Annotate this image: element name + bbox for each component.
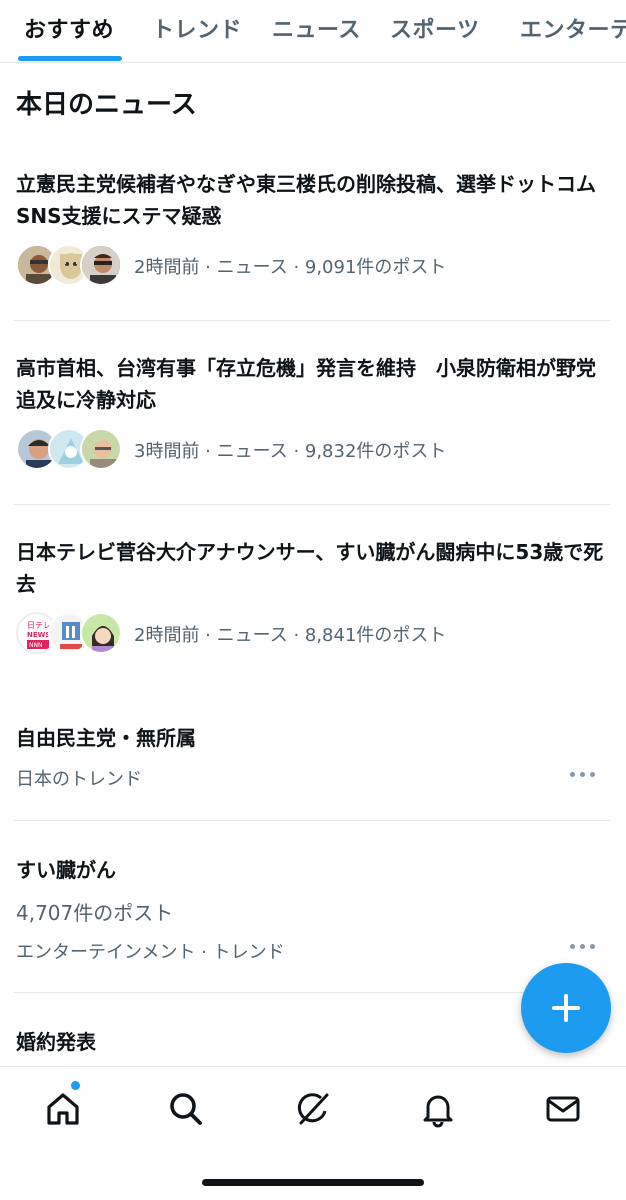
trend-title: 婚約発表 bbox=[16, 1030, 96, 1054]
divider bbox=[14, 320, 610, 321]
ntv-logo-line3: NNN bbox=[29, 642, 42, 649]
bell-icon[interactable] bbox=[418, 1089, 458, 1129]
news-headline: 高市首相、台湾有事「存立危機」発言を維持 小泉防衛相が野党追及に冷静対応 bbox=[16, 356, 596, 412]
trend-category: エンターテインメント · トレンド bbox=[16, 942, 285, 963]
avatar bbox=[80, 612, 122, 654]
trend-category: 日本のトレンド bbox=[16, 769, 142, 790]
news-item[interactable]: 高市首相、台湾有事「存立危機」発言を維持 小泉防衛相が野党追及に冷静対応 3時間… bbox=[16, 352, 610, 474]
news-avatars bbox=[16, 426, 126, 474]
home-icon[interactable] bbox=[43, 1089, 83, 1129]
trend-item[interactable]: 自由民主党・無所属 日本のトレンド bbox=[16, 722, 610, 791]
avatar bbox=[80, 428, 122, 470]
explore-screen: おすすめ トレンド ニュース スポーツ エンターテ 本日のニュース 立憲民主党候… bbox=[0, 0, 626, 1200]
more-options-icon[interactable] bbox=[570, 942, 598, 952]
explore-tabs: おすすめ トレンド ニュース スポーツ エンターテ bbox=[0, 0, 626, 63]
news-meta: 2時間前 · ニュース · 8,841件のポスト bbox=[134, 625, 447, 646]
news-headline: 日本テレビ菅谷大介アナウンサー、すい臓がん闘病中に53歳で死去 bbox=[16, 540, 604, 596]
tab-entertainment[interactable]: エンターテ bbox=[520, 12, 626, 44]
notification-dot bbox=[71, 1081, 80, 1090]
search-icon[interactable] bbox=[166, 1089, 206, 1129]
trend-item[interactable]: すい臓がん 4,707件のポスト エンターテインメント · トレンド bbox=[16, 854, 610, 964]
tab-sports[interactable]: スポーツ bbox=[390, 12, 480, 44]
mail-icon[interactable] bbox=[543, 1089, 583, 1129]
news-avatars bbox=[16, 242, 126, 290]
news-meta: 3時間前 · ニュース · 9,832件のポスト bbox=[134, 441, 447, 462]
tab-recommended[interactable]: おすすめ bbox=[24, 12, 114, 44]
news-headline: 立憲民主党候補者やなぎや東三楼氏の削除投稿、選挙ドットコムSNS支援にステマ疑惑 bbox=[16, 172, 596, 228]
trend-item[interactable]: 婚約発表 bbox=[16, 1026, 610, 1055]
bottom-nav bbox=[0, 1066, 626, 1200]
trend-title: すい臓がん bbox=[16, 858, 116, 882]
trend-title: 自由民主党・無所属 bbox=[16, 726, 196, 750]
more-options-icon[interactable] bbox=[570, 770, 598, 780]
news-item[interactable]: 日本テレビ菅谷大介アナウンサー、すい臓がん闘病中に53歳で死去 日テレ NEWS… bbox=[16, 536, 610, 658]
home-indicator bbox=[202, 1179, 424, 1186]
ntv-logo-line2: NEWS bbox=[27, 631, 50, 639]
avatar bbox=[80, 244, 122, 286]
section-title: 本日のニュース bbox=[16, 90, 197, 120]
compose-button[interactable] bbox=[521, 963, 611, 1053]
news-avatars: 日テレ NEWS NNN bbox=[16, 610, 126, 658]
active-tab-indicator bbox=[18, 56, 122, 61]
tab-news[interactable]: ニュース bbox=[272, 12, 361, 44]
divider bbox=[14, 820, 610, 821]
divider bbox=[14, 504, 610, 505]
tab-trending[interactable]: トレンド bbox=[152, 12, 242, 44]
grok-icon[interactable] bbox=[293, 1089, 333, 1129]
news-meta: 2時間前 · ニュース · 9,091件のポスト bbox=[134, 257, 447, 278]
news-item[interactable]: 立憲民主党候補者やなぎや東三楼氏の削除投稿、選挙ドットコムSNS支援にステマ疑惑… bbox=[16, 168, 610, 290]
trend-post-count: 4,707件のポスト bbox=[16, 901, 174, 925]
divider bbox=[14, 992, 610, 993]
